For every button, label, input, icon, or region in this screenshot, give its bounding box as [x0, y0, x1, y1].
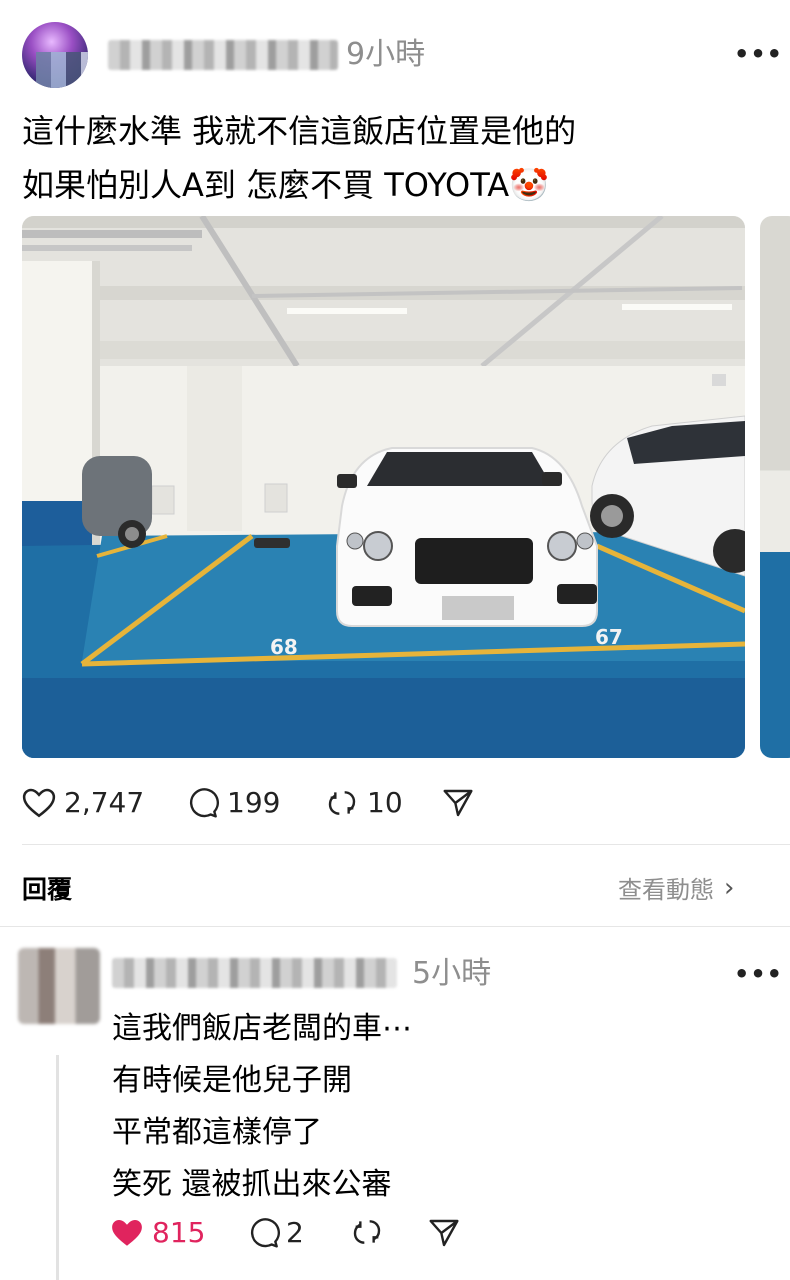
comment-count: 199: [227, 786, 281, 819]
like-button[interactable]: 2,747: [22, 786, 144, 819]
repost-icon: [328, 790, 356, 815]
comment-reply-count: 2: [286, 1216, 304, 1249]
view-activity-link[interactable]: 查看動態 ›: [618, 870, 734, 905]
heart-filled-icon: [112, 1219, 142, 1246]
comment-text-line-4: 笑死 還被抓出來公審: [112, 1167, 392, 1202]
heart-icon: [22, 788, 56, 817]
comment-repost-button[interactable]: [350, 1216, 384, 1248]
comment-button[interactable]: 199: [187, 786, 280, 819]
parking-spot-left-number: 68: [270, 635, 298, 659]
divider-top: [22, 844, 790, 845]
send-icon: [443, 789, 473, 817]
post-photo-next-preview[interactable]: [760, 216, 790, 758]
send-icon: [429, 1219, 459, 1247]
commenter-avatar[interactable]: [18, 948, 100, 1024]
comment-body: 這我們飯店老闆的車⋯ 有時候是他兒子開 平常都這樣停了 笑死 還被抓出來公審: [112, 1003, 412, 1211]
share-button[interactable]: [442, 788, 474, 818]
comment-text-line-1: 這我們飯店老闆的車⋯: [112, 1011, 412, 1046]
comment-more-options-icon[interactable]: •••: [734, 960, 783, 988]
comment-like-button[interactable]: 815: [110, 1216, 205, 1249]
post-text-line-2: 如果怕別人A到 怎麼不買 TOYOTA🤡: [22, 166, 550, 204]
post-timestamp: 9小時: [346, 37, 426, 72]
post-more-options-icon[interactable]: •••: [734, 40, 783, 68]
comment-share-button[interactable]: [428, 1218, 460, 1248]
comment-reply-button[interactable]: 2: [248, 1216, 304, 1249]
repost-icon: [353, 1220, 381, 1244]
author-avatar[interactable]: [22, 22, 88, 88]
post-photo-parking-garage[interactable]: 68 67: [22, 216, 745, 758]
author-username-redacted[interactable]: [108, 40, 338, 70]
parking-garage-illustration: 68 67: [22, 216, 745, 758]
comment-text-line-3: 平常都這樣停了: [112, 1115, 322, 1150]
view-activity-label: 查看動態: [618, 876, 714, 904]
divider-bottom: [0, 926, 790, 927]
thread-line: [56, 1055, 59, 1280]
comment-like-count: 815: [152, 1216, 206, 1249]
parking-spot-right-number: 67: [595, 625, 623, 649]
replies-tab[interactable]: 回覆: [22, 870, 72, 906]
commenter-username-redacted[interactable]: [112, 958, 397, 988]
like-count: 2,747: [64, 786, 145, 819]
post-body: 這什麼水準 我就不信這飯店位置是他的 如果怕別人A到 怎麼不買 TOYOTA🤡: [22, 104, 742, 212]
repost-button[interactable]: 10: [325, 786, 403, 819]
comment-text-line-2: 有時候是他兒子開: [112, 1063, 352, 1098]
comment-bubble-icon: [189, 787, 219, 818]
comment-timestamp: 5小時: [412, 956, 492, 991]
repost-count: 10: [367, 786, 403, 819]
chevron-right-icon: ›: [724, 872, 735, 903]
comment-bubble-icon: [250, 1217, 280, 1248]
post-text-line-1: 這什麼水準 我就不信這飯店位置是他的: [22, 112, 577, 150]
